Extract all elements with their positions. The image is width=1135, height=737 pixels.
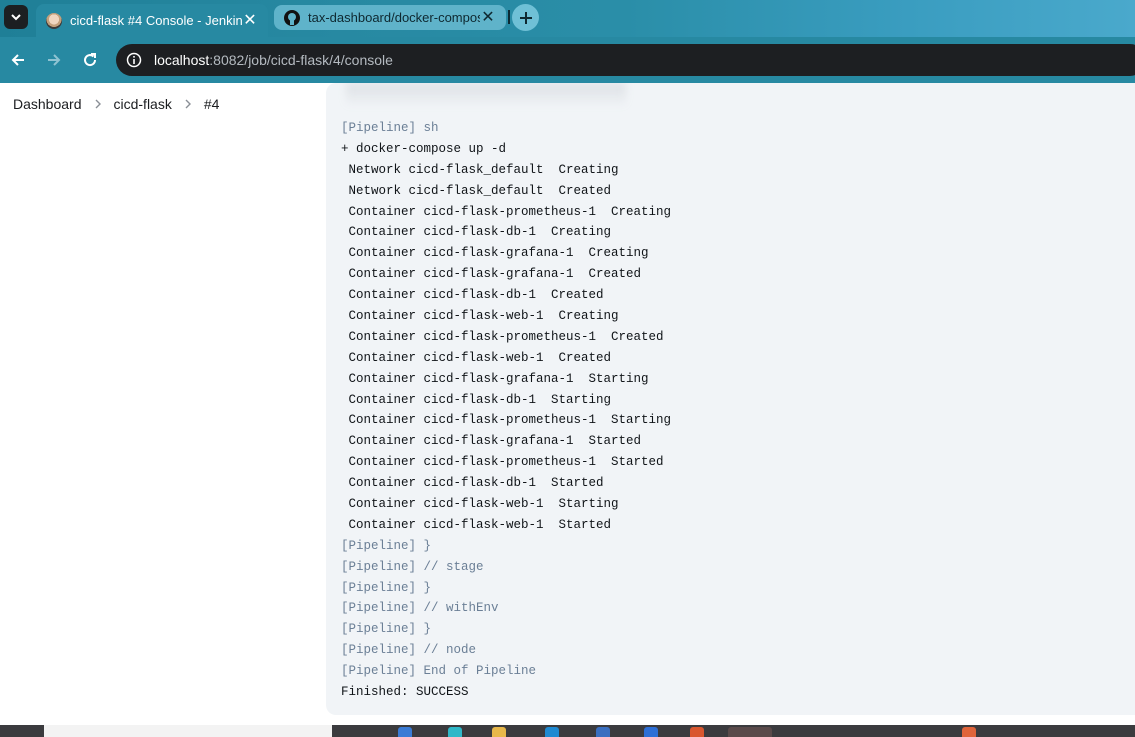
pipeline-log-line: [Pipeline] }: [341, 580, 432, 595]
arrow-left-icon: [11, 54, 24, 66]
taskbar-app-icon[interactable]: [448, 727, 462, 737]
taskbar-search-box[interactable]: [44, 725, 332, 737]
console-log-line: Container cicd-flask-grafana-1 Started: [341, 434, 642, 449]
taskbar-app-icon[interactable]: [398, 727, 412, 737]
console-header-fade: [346, 83, 626, 107]
jenkins-icon: [46, 12, 62, 29]
close-icon[interactable]: ✕: [242, 12, 258, 29]
reload-icon: [84, 53, 97, 67]
pipeline-log-line: [Pipeline] End of Pipeline: [341, 664, 537, 679]
console-output: [Pipeline] sh + docker-compose up -d Netw…: [326, 83, 1135, 715]
console-log-line: Container cicd-flask-db-1 Starting: [341, 392, 612, 407]
taskbar-app-icon[interactable]: [728, 727, 772, 737]
console-log-line: Network cicd-flask_default Created: [341, 183, 612, 198]
back-button[interactable]: [6, 48, 30, 72]
github-icon: [284, 9, 300, 26]
pipeline-log-line: [Pipeline] // stage: [341, 559, 484, 574]
pipeline-log-line: [Pipeline] sh: [341, 121, 439, 135]
sidebar: [0, 125, 326, 725]
url-path: :8082/job/cicd-flask/4/console: [209, 52, 393, 68]
taskbar-app-icon[interactable]: [690, 727, 704, 737]
close-icon[interactable]: ✕: [480, 9, 496, 26]
console-log-line: Container cicd-flask-prometheus-1 Create…: [341, 329, 664, 344]
url-text: localhost:8082/job/cicd-flask/4/console: [154, 52, 393, 68]
pipeline-log-line: [Pipeline] }: [341, 538, 432, 553]
console-log-line: Container cicd-flask-web-1 Started: [341, 517, 612, 532]
tab-title: cicd-flask #4 Console - Jenkins: [70, 13, 242, 28]
tab-jenkins-console[interactable]: cicd-flask #4 Console - Jenkins ✕: [36, 4, 268, 37]
chevron-right-icon: [184, 97, 192, 112]
browser-tab-strip: cicd-flask #4 Console - Jenkins ✕ tax-da…: [0, 0, 1135, 37]
console-log-line: Container cicd-flask-prometheus-1 Starti…: [341, 413, 672, 428]
pipeline-log-line: [Pipeline] // node: [341, 643, 477, 658]
console-log-line: Container cicd-flask-prometheus-1 Starte…: [341, 455, 664, 470]
taskbar-app-icon[interactable]: [596, 727, 610, 737]
os-taskbar: [0, 725, 1135, 737]
console-log-line: Container cicd-flask-grafana-1 Starting: [341, 371, 649, 386]
taskbar-app-icon[interactable]: [962, 727, 976, 737]
console-log-line: Container cicd-flask-grafana-1 Created: [341, 267, 642, 282]
breadcrumb-job[interactable]: cicd-flask: [114, 96, 172, 112]
pipeline-log-line: [Pipeline] }: [341, 622, 432, 637]
breadcrumb-dashboard[interactable]: Dashboard: [13, 96, 82, 112]
console-log-line: Container cicd-flask-db-1 Creating: [341, 225, 612, 240]
console-lines: [Pipeline] sh + docker-compose up -d Netw…: [341, 118, 671, 703]
url-host: localhost: [154, 52, 210, 68]
console-log-line: Container cicd-flask-prometheus-1 Creati…: [341, 204, 672, 219]
taskbar-app-icon[interactable]: [492, 727, 506, 737]
arrow-right-icon: [48, 54, 61, 66]
console-log-line: Network cicd-flask_default Creating: [341, 162, 619, 177]
new-tab-button[interactable]: [512, 4, 539, 31]
address-bar[interactable]: localhost:8082/job/cicd-flask/4/console: [116, 44, 1135, 76]
site-info-icon[interactable]: [124, 50, 144, 70]
forward-button[interactable]: [42, 48, 66, 72]
console-log-line: Container cicd-flask-web-1 Starting: [341, 497, 619, 512]
browser-toolbar: localhost:8082/job/cicd-flask/4/console: [0, 37, 1135, 83]
tab-search-button[interactable]: [4, 5, 28, 29]
reload-button[interactable]: [78, 48, 102, 72]
breadcrumb-build[interactable]: #4: [204, 96, 220, 112]
pipeline-log-line: [Pipeline] // withEnv: [341, 601, 499, 616]
taskbar-app-icon[interactable]: [545, 727, 559, 737]
console-log-line: Finished: SUCCESS: [341, 685, 469, 700]
console-log-line: Container cicd-flask-web-1 Creating: [341, 309, 619, 324]
console-log-line: Container cicd-flask-db-1 Started: [341, 476, 604, 491]
console-log-line: Container cicd-flask-web-1 Created: [341, 350, 612, 365]
console-log-line: Container cicd-flask-grafana-1 Creating: [341, 246, 649, 261]
console-log-line: + docker-compose up -d: [341, 141, 507, 156]
chevron-right-icon: [94, 97, 102, 112]
taskbar-app-icon[interactable]: [644, 727, 658, 737]
tab-github-docker-compose[interactable]: tax-dashboard/docker-compose ✕: [274, 5, 506, 30]
tab-separator: [508, 10, 510, 24]
console-log-line: Container cicd-flask-db-1 Created: [341, 288, 604, 303]
plus-icon: [519, 11, 532, 24]
chevron-down-icon: [11, 14, 21, 21]
tab-title: tax-dashboard/docker-compose: [308, 10, 480, 25]
